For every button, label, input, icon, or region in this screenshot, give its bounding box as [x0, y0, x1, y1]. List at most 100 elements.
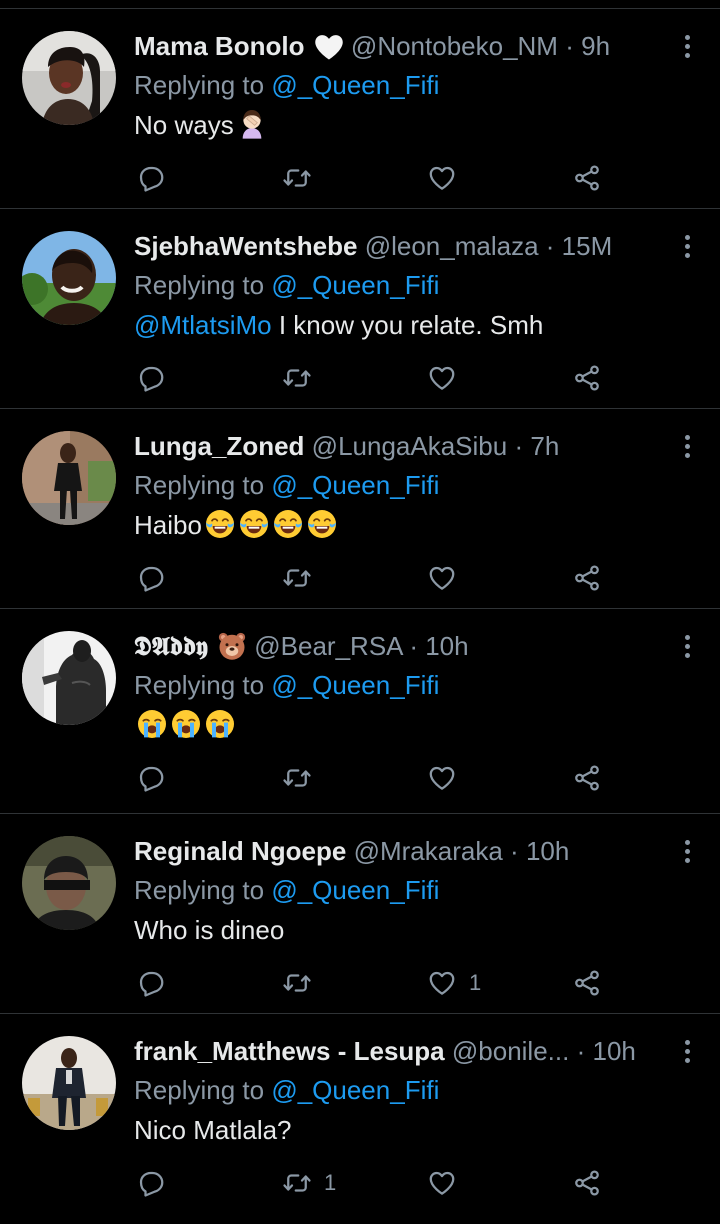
- share-button[interactable]: [572, 561, 602, 595]
- username-handle[interactable]: @Mrakaraka: [354, 836, 503, 866]
- share-button[interactable]: [572, 1166, 602, 1200]
- avatar[interactable]: [22, 431, 116, 525]
- separator-dot: ·: [409, 631, 418, 661]
- username-handle[interactable]: @leon_malaza: [365, 231, 539, 261]
- replying-to-line: Replying to @_Queen_Fifi: [134, 268, 670, 302]
- more-options-icon[interactable]: [682, 840, 692, 864]
- reply-button[interactable]: [136, 361, 178, 395]
- reply-icon: [139, 971, 164, 997]
- tweet[interactable]: 𝕯𝕬𝖉𝖉𝖞 @Bear_RSA · 10h Replying to @_Quee…: [0, 608, 720, 808]
- more-options-icon[interactable]: [682, 1040, 692, 1064]
- like-button[interactable]: [427, 761, 469, 795]
- avatar[interactable]: [22, 231, 116, 325]
- replying-to-line: Replying to @_Queen_Fifi: [134, 668, 670, 702]
- username-handle[interactable]: @bonile...: [452, 1036, 569, 1066]
- avatar[interactable]: [22, 631, 116, 725]
- reply-button[interactable]: [136, 761, 178, 795]
- tweet[interactable]: SjebhaWentshebe @leon_malaza · 15M Reply…: [0, 208, 720, 408]
- share-button[interactable]: [572, 761, 602, 795]
- tweet-actions: [134, 361, 614, 395]
- retweet-button[interactable]: [282, 161, 324, 195]
- share-icon: [575, 165, 599, 191]
- retweet-button[interactable]: [282, 361, 324, 395]
- replying-to-link[interactable]: @_Queen_Fifi: [271, 470, 439, 500]
- like-button[interactable]: [427, 1166, 469, 1200]
- tweet-content: Lunga_Zoned @LungaAkaSibu · 7h Replying …: [134, 429, 670, 542]
- timestamp[interactable]: 10h: [592, 1036, 635, 1066]
- username-handle[interactable]: @Nontobeko_NM: [351, 31, 558, 61]
- timestamp[interactable]: 10h: [425, 631, 468, 661]
- tweet-actions: 1: [134, 966, 614, 1000]
- replying-to-line: Replying to @_Queen_Fifi: [134, 1073, 670, 1107]
- replying-to-link[interactable]: @_Queen_Fifi: [271, 670, 439, 700]
- avatar[interactable]: [22, 31, 116, 125]
- display-name[interactable]: SjebhaWentshebe: [134, 231, 357, 261]
- like-button[interactable]: 1: [427, 966, 481, 1000]
- reply-icon: [139, 166, 164, 192]
- reply-icon: [139, 766, 164, 792]
- tweet-content: Reginald Ngoepe @Mrakaraka · 10h Replyin…: [134, 834, 670, 947]
- replying-to-link[interactable]: @_Queen_Fifi: [271, 270, 439, 300]
- like-button[interactable]: [427, 161, 469, 195]
- display-name[interactable]: Reginald Ngoepe: [134, 836, 346, 866]
- reply-button[interactable]: [136, 161, 178, 195]
- tweet[interactable]: Lunga_Zoned @LungaAkaSibu · 7h Replying …: [0, 408, 720, 608]
- tears-of-joy-emoji: [273, 510, 302, 538]
- like-button[interactable]: [427, 561, 469, 595]
- share-button[interactable]: [572, 161, 602, 195]
- tweet[interactable]: Reginald Ngoepe @Mrakaraka · 10h Replyin…: [0, 813, 720, 1013]
- more-options-icon[interactable]: [682, 435, 692, 459]
- share-icon: [575, 1170, 599, 1196]
- tweet[interactable]: Mama Bonolo @Nontobeko_NM · 9h Replying …: [0, 8, 720, 208]
- username-handle[interactable]: @LungaAkaSibu: [312, 431, 508, 461]
- more-options-icon[interactable]: [682, 235, 692, 259]
- like-count: 1: [469, 970, 482, 995]
- separator-dot: ·: [510, 836, 519, 866]
- retweet-button[interactable]: 1: [282, 1166, 336, 1200]
- timestamp[interactable]: 10h: [526, 836, 569, 866]
- timestamp[interactable]: 9h: [581, 31, 610, 61]
- avatar[interactable]: [22, 836, 116, 930]
- reply-button[interactable]: [136, 561, 178, 595]
- share-button[interactable]: [572, 966, 602, 1000]
- tweet-text: Nico Matlala?: [134, 1113, 670, 1147]
- display-name[interactable]: 𝕯𝕬𝖉𝖉𝖞: [134, 631, 208, 661]
- display-name[interactable]: Mama Bonolo: [134, 31, 304, 61]
- share-button[interactable]: [572, 361, 602, 395]
- replying-to-link[interactable]: @_Queen_Fifi: [271, 1075, 439, 1105]
- retweet-button[interactable]: [282, 761, 324, 795]
- replying-to-link[interactable]: @_Queen_Fifi: [271, 70, 439, 100]
- more-options-icon[interactable]: [682, 35, 692, 59]
- replying-to-link[interactable]: @_Queen_Fifi: [271, 875, 439, 905]
- heart-icon: [429, 366, 455, 390]
- tears-of-joy-emoji: [307, 510, 336, 538]
- heart-icon: [429, 1171, 455, 1195]
- tweet-header: SjebhaWentshebe @leon_malaza · 15M: [134, 229, 670, 263]
- reply-button[interactable]: [136, 966, 178, 1000]
- display-name[interactable]: Lunga_Zoned: [134, 431, 304, 461]
- retweet-button[interactable]: [282, 966, 324, 1000]
- timestamp[interactable]: 15M: [562, 231, 613, 261]
- tweet-text: Haibo: [134, 508, 670, 542]
- loudly-crying-emoji: [138, 710, 166, 738]
- tweet-actions: [134, 761, 614, 795]
- tweet-body-text: Haibo: [134, 510, 202, 540]
- tweet-text: No ways: [134, 108, 670, 142]
- display-name[interactable]: frank_Matthews - Lesupa: [134, 1036, 445, 1066]
- username-handle[interactable]: @Bear_RSA: [254, 631, 402, 661]
- tweet[interactable]: frank_Matthews - Lesupa @bonile... · 10h…: [0, 1013, 720, 1213]
- retweet-icon: [283, 1174, 311, 1192]
- name-emoji: [304, 31, 343, 61]
- body-mention-link[interactable]: @MtlatsiMo: [134, 310, 272, 340]
- like-button[interactable]: [427, 361, 469, 395]
- reply-button[interactable]: [136, 1166, 178, 1200]
- tweet-body-text: I know you relate. Smh: [271, 310, 544, 340]
- avatar[interactable]: [22, 1036, 116, 1130]
- retweet-icon: [283, 569, 311, 587]
- replying-to-line: Replying to @_Queen_Fifi: [134, 468, 670, 502]
- tweet-body-text: Who is dineo: [134, 915, 285, 945]
- more-options-icon[interactable]: [682, 635, 692, 659]
- retweet-button[interactable]: [282, 561, 324, 595]
- timestamp[interactable]: 7h: [530, 431, 559, 461]
- tears-of-joy-emoji: [239, 510, 268, 538]
